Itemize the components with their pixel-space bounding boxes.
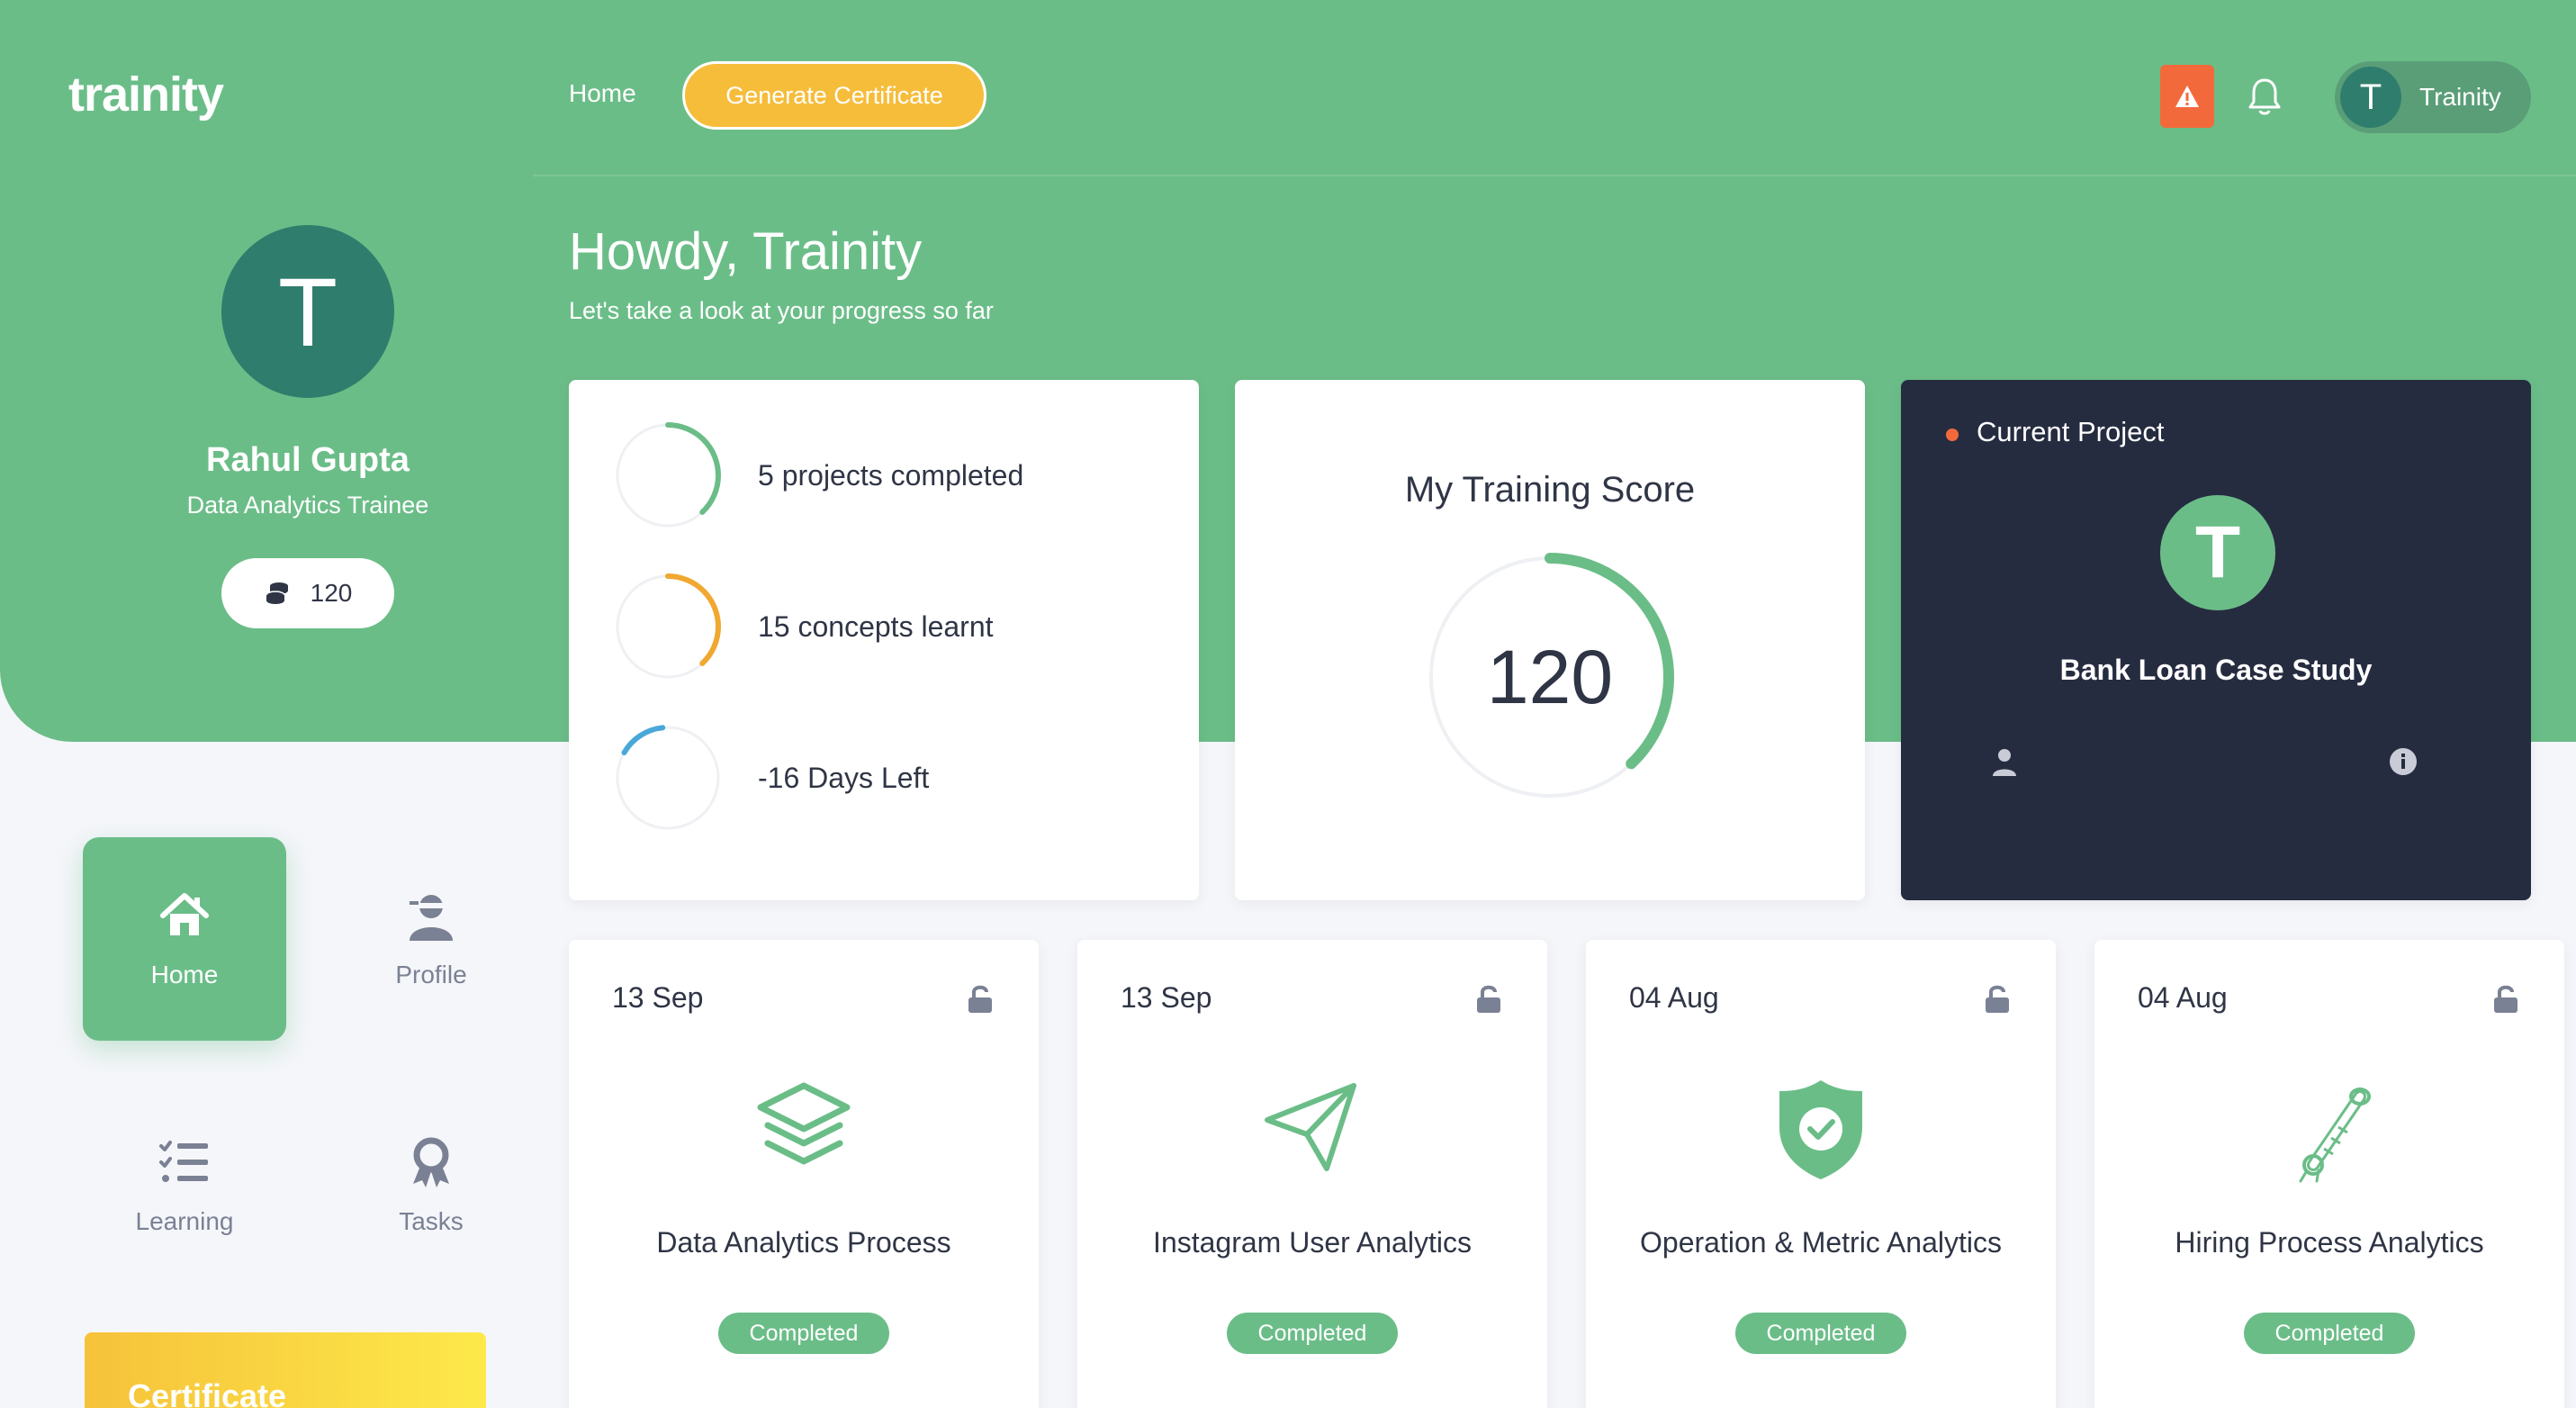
stat-projects: 5 projects completed — [614, 421, 1172, 529]
task-date: 04 Aug — [2138, 981, 2228, 1014]
status-badge: Completed — [718, 1313, 889, 1354]
certificate-banner-label: Certificate — [128, 1377, 287, 1408]
unlock-icon — [968, 985, 992, 1013]
nav-learning-label: Learning — [135, 1207, 234, 1235]
stat-concepts: 15 concepts learnt — [614, 573, 1172, 681]
paper-plane-icon — [1265, 1083, 1356, 1171]
warning-icon — [2175, 86, 2199, 107]
home-icon — [160, 893, 209, 935]
user-name: Trainity — [2419, 83, 2501, 111]
score-value: 120 — [1486, 634, 1614, 719]
profile-name: Rahul Gupta — [206, 441, 410, 479]
task-card[interactable]: 04 Aug Operation & Metric Analytics Comp… — [1586, 940, 2056, 1408]
unlock-icon — [1986, 985, 2009, 1013]
profile-avatar: T — [221, 225, 394, 398]
nav-home-link[interactable]: Home — [569, 79, 636, 108]
profile-role: Data Analytics Trainee — [186, 492, 429, 519]
info-icon[interactable] — [2389, 747, 2418, 776]
project-logo: T — [2160, 495, 2275, 610]
shield-check-icon — [1779, 1080, 1862, 1179]
progress-ring — [615, 573, 721, 680]
progress-ring — [615, 422, 721, 528]
nav-tasks-label: Tasks — [399, 1207, 464, 1235]
task-date: 13 Sep — [612, 981, 704, 1014]
notifications-button[interactable] — [2241, 72, 2288, 121]
award-icon — [413, 1137, 449, 1187]
unlock-icon — [1477, 985, 1500, 1013]
stat-label: 5 projects completed — [758, 458, 1024, 492]
task-card[interactable]: 04 Aug Hiring Process Analytics Complete… — [2094, 940, 2564, 1408]
task-title: Operation & Metric Analytics — [1640, 1226, 2002, 1259]
page-subtitle: Let's take a look at your progress so fa… — [569, 297, 994, 324]
status-badge: Completed — [1227, 1313, 1398, 1354]
task-date: 13 Sep — [1121, 981, 1212, 1014]
generate-certificate-button[interactable]: Generate Certificate — [682, 61, 986, 130]
current-project-label: Current Project — [1977, 416, 2165, 447]
progress-stats-card: 5 projects completed 15 concepts learnt … — [569, 380, 1199, 900]
nav-learning[interactable]: Learning — [83, 1084, 286, 1287]
user-icon[interactable] — [1991, 747, 2018, 778]
nav-tasks[interactable]: Tasks — [329, 1084, 533, 1287]
diploma-icon — [2299, 1088, 2371, 1183]
task-title: Data Analytics Process — [656, 1226, 951, 1259]
status-dot — [1946, 429, 1959, 441]
task-title: Hiring Process Analytics — [2175, 1226, 2484, 1259]
nav-profile-label: Profile — [395, 961, 467, 988]
tasks-list-icon — [159, 1141, 208, 1182]
nav-home-label: Home — [150, 961, 219, 988]
task-card[interactable]: 13 Sep Instagram User Analytics Complete… — [1077, 940, 1547, 1408]
task-date: 04 Aug — [1629, 981, 1719, 1014]
training-score-card: My Training Score 120 — [1235, 380, 1865, 900]
bell-icon — [2248, 78, 2281, 115]
current-project-card[interactable] — [1901, 380, 2531, 900]
stat-label: -16 Days Left — [758, 761, 930, 794]
alert-button[interactable] — [2160, 65, 2214, 128]
coins-value: 120 — [310, 579, 353, 607]
progress-ring — [615, 725, 721, 831]
status-badge: Completed — [1735, 1313, 1906, 1354]
coins-badge: 120 — [221, 558, 394, 628]
task-title: Instagram User Analytics — [1153, 1226, 1472, 1259]
nav-profile[interactable]: Profile — [329, 837, 533, 1041]
status-badge: Completed — [2244, 1313, 2415, 1354]
user-menu[interactable]: T Trainity — [2335, 61, 2531, 133]
page-title: Howdy, Trainity — [569, 222, 923, 281]
avatar: T — [2340, 67, 2401, 128]
layers-icon — [757, 1082, 851, 1165]
brand-logo[interactable]: trainity — [68, 67, 224, 122]
nav-home[interactable]: Home — [83, 837, 286, 1041]
stat-days-left: -16 Days Left — [614, 724, 1172, 832]
coins-icon — [265, 582, 288, 604]
current-project-name[interactable]: Bank Loan Case Study — [1901, 654, 2531, 687]
certificate-banner[interactable]: Certificate — [85, 1332, 486, 1408]
unlock-icon — [2494, 985, 2517, 1013]
stat-label: 15 concepts learnt — [758, 609, 994, 643]
user-ninja-icon — [410, 895, 453, 941]
task-card[interactable]: 13 Sep Data Analytics Process Completed — [569, 940, 1039, 1408]
score-title: My Training Score — [1404, 470, 1696, 510]
topnav-divider — [533, 175, 2576, 176]
